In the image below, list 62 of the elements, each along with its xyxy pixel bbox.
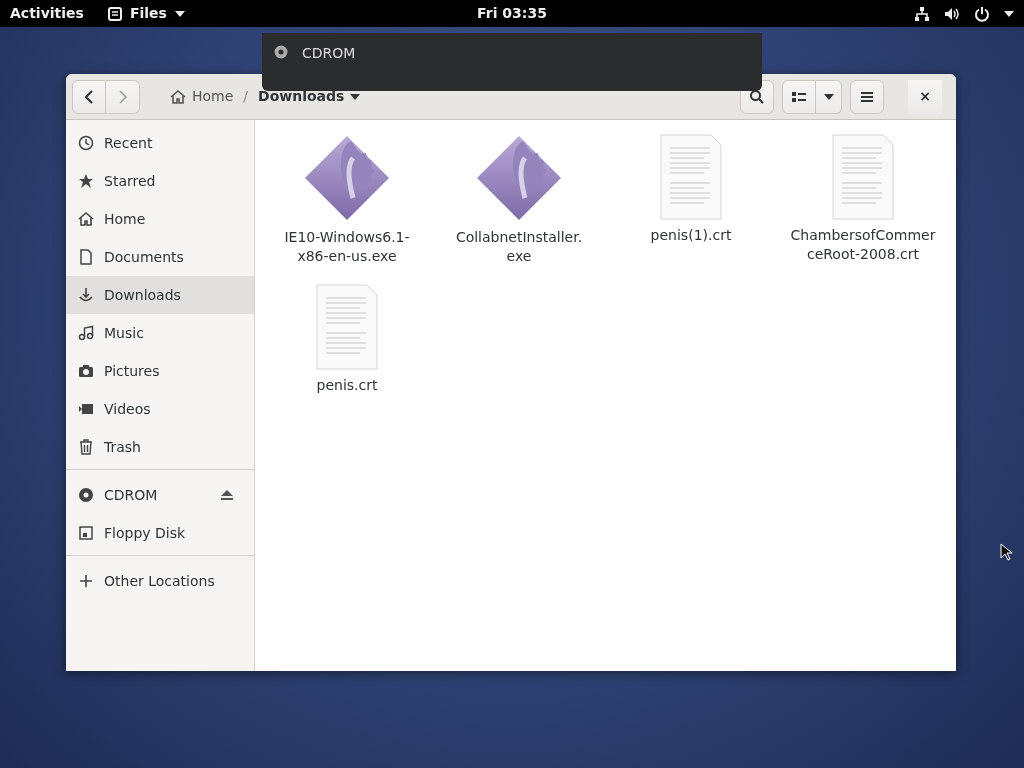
text-document-icon	[832, 134, 894, 220]
caret-icon	[174, 10, 185, 17]
sidebar-item[interactable]: Music	[66, 314, 254, 352]
eject-icon	[220, 489, 234, 501]
power-icon[interactable]	[974, 5, 990, 22]
file-name[interactable]: CollabnetInstaller. exe	[455, 228, 583, 266]
plus-icon	[78, 573, 94, 589]
sidebar-item[interactable]: Recent	[66, 124, 254, 162]
view-toggle-button[interactable]	[782, 79, 816, 114]
close-button[interactable]: ×	[908, 79, 942, 114]
music-icon	[78, 325, 94, 341]
notification-title: CDROM	[302, 44, 356, 63]
search-icon	[750, 89, 764, 104]
home-icon	[78, 211, 94, 227]
clock-icon	[78, 135, 94, 151]
sidebar-item[interactable]: Videos	[66, 390, 254, 428]
back-button[interactable]	[72, 79, 106, 114]
sidebar-item[interactable]: Pictures	[66, 352, 254, 390]
star-icon	[78, 173, 94, 189]
activities-button[interactable]: Activities	[10, 3, 84, 24]
sidebar-item[interactable]: Home	[66, 200, 254, 238]
caret-icon	[823, 93, 834, 100]
sidebar-item[interactable]: Downloads	[66, 276, 254, 314]
clock[interactable]: Fri 03:35	[477, 3, 547, 24]
sidebar-item[interactable]: Other Locations	[66, 562, 254, 600]
sidebar-item[interactable]: CDROM	[66, 476, 254, 514]
sidebar-item[interactable]: Trash	[66, 428, 254, 466]
document-icon	[78, 249, 94, 265]
camera-icon	[78, 363, 94, 379]
caret-icon[interactable]	[1004, 10, 1014, 17]
download-icon	[78, 287, 94, 303]
menu-button[interactable]	[850, 79, 884, 114]
text-document-icon	[316, 284, 378, 370]
path-separator: /	[243, 87, 249, 106]
file-name[interactable]: IE10-Windows6.1- x86-en-us.exe	[284, 228, 410, 266]
file-name[interactable]: penis.crt	[316, 376, 378, 395]
view-options-button[interactable]	[816, 79, 842, 114]
sidebar-item[interactable]: Floppy Disk	[66, 514, 254, 552]
mouse-pointer-icon	[1000, 543, 1012, 561]
back-icon	[85, 89, 93, 104]
sidebar-item[interactable]: Documents	[66, 238, 254, 276]
installer-icon	[303, 134, 391, 222]
file-name[interactable]: penis(1).crt	[650, 226, 732, 245]
disc-icon	[78, 487, 94, 503]
sidebar-item[interactable]: Starred	[66, 162, 254, 200]
eject-button[interactable]	[220, 489, 234, 501]
video-icon	[78, 401, 94, 417]
text-document-icon	[660, 134, 722, 220]
list-view-icon	[792, 91, 806, 102]
network-icon[interactable]	[914, 5, 930, 22]
app-menu[interactable]: Files	[107, 3, 185, 24]
menu-icon	[861, 91, 873, 102]
files-icon	[107, 6, 122, 21]
installer-icon	[475, 134, 563, 222]
disc-icon	[274, 45, 288, 59]
notification-banner[interactable]: CDROM	[262, 33, 762, 91]
forward-icon	[118, 89, 127, 104]
path-button[interactable]: Home	[164, 82, 240, 111]
trash-icon	[78, 439, 94, 455]
home-icon	[170, 88, 186, 105]
file-name[interactable]: ChambersofCommer ceRoot-2008.crt	[790, 226, 936, 264]
caret-icon	[350, 93, 361, 100]
